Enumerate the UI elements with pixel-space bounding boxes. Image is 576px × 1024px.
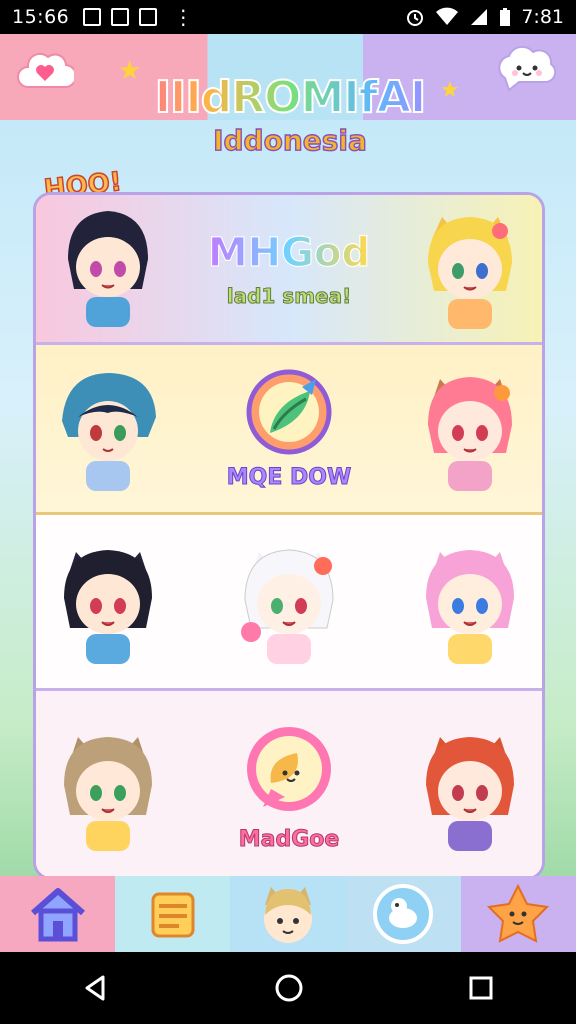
- status-bar: 15:66 ⋮ 7:81: [0, 0, 576, 34]
- character-pink-hair-cat-girl[interactable]: [410, 359, 530, 499]
- heart-cloud-button[interactable]: [14, 44, 76, 100]
- character-pink-hair-cat-girl-2[interactable]: [410, 532, 530, 672]
- header-title-block: IIIdROMIfAI Iddonesia: [120, 72, 460, 158]
- status-time-left: 15:66: [12, 6, 70, 28]
- wifi-icon: [436, 7, 459, 25]
- tab-notebook[interactable]: [115, 876, 231, 952]
- app-title: IIIdROMIfAI: [120, 72, 460, 123]
- signal-icon: [471, 9, 488, 25]
- row-center: MHGod lad1 smea!: [168, 229, 410, 308]
- row-label: MQE DOW: [226, 465, 352, 491]
- home-circle-icon[interactable]: [273, 972, 305, 1004]
- grid-row[interactable]: MQE DOW: [36, 345, 542, 515]
- row-subtitle: lad1 smea!: [226, 283, 352, 308]
- grid-row[interactable]: MHGod lad1 smea!: [36, 195, 542, 345]
- recents-icon[interactable]: [467, 974, 495, 1002]
- row-title: MHGod: [207, 229, 371, 276]
- tab-star[interactable]: [460, 876, 576, 952]
- tab-character[interactable]: [230, 876, 346, 952]
- notebook-icon: [151, 892, 195, 938]
- star-face-icon: [487, 883, 550, 943]
- tab-bird[interactable]: [345, 876, 461, 952]
- back-icon[interactable]: [81, 973, 111, 1003]
- chat-bubble-icon: [498, 46, 557, 92]
- app-subtitle: Iddonesia: [212, 124, 367, 158]
- chat-bubble-button[interactable]: [496, 44, 558, 100]
- heart-cloud-icon: [17, 52, 74, 89]
- row-center[interactable]: MadGoe: [168, 723, 410, 852]
- more-dots-icon: ⋮: [173, 5, 194, 29]
- bottom-tab-bar: [0, 876, 576, 952]
- app-screen: ★ ★ IIIdROMIfAI Iddonesia HOO! MHGod lad…: [0, 34, 576, 952]
- home-icon: [30, 888, 85, 942]
- character-red-hair-cat-boy[interactable]: [410, 717, 530, 857]
- character-black-hair-girl[interactable]: [48, 199, 168, 339]
- notification-icon: [139, 8, 158, 26]
- notification-icon: [83, 8, 102, 26]
- smiling-leaf-bubble-icon: [247, 726, 331, 811]
- alarm-icon: [407, 10, 424, 26]
- character-black-hair-cat-girl[interactable]: [48, 532, 168, 672]
- character-face-icon: [264, 887, 312, 943]
- system-nav-bar: [0, 952, 576, 1024]
- character-brown-hair-boy[interactable]: [48, 717, 168, 857]
- row-label: MadGoe: [238, 826, 340, 852]
- tab-home[interactable]: [0, 876, 116, 952]
- character-blonde-cat-girl[interactable]: [410, 199, 530, 339]
- row-center[interactable]: MQE DOW: [168, 367, 410, 491]
- character-blue-hood-boy[interactable]: [48, 359, 168, 499]
- sticker-grid: MHGod lad1 smea! MQE DOW MadGoe: [33, 192, 545, 880]
- status-time-right: 7:81: [521, 6, 564, 28]
- notification-icons: [83, 8, 158, 26]
- bird-badge-icon: [373, 884, 434, 944]
- notification-icon: [111, 8, 130, 26]
- status-right: 7:81: [405, 6, 564, 28]
- grid-row[interactable]: MadGoe: [36, 691, 542, 877]
- battery-icon: [500, 8, 511, 26]
- grid-row[interactable]: [36, 515, 542, 691]
- rainbow-leaf-logo-icon: [246, 369, 332, 455]
- character-white-hair-flower-girl[interactable]: [229, 532, 349, 672]
